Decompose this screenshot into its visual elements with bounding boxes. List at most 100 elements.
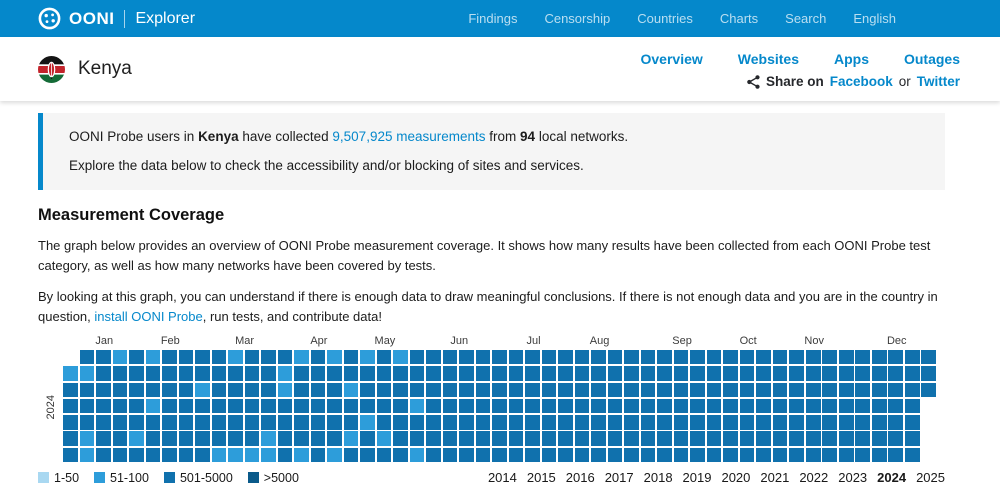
heatmap-cell[interactable] xyxy=(443,431,458,445)
heatmap-cell[interactable] xyxy=(96,399,111,413)
heatmap-cell[interactable] xyxy=(608,415,623,429)
heatmap-cell[interactable] xyxy=(245,448,260,462)
heatmap-cell[interactable] xyxy=(921,350,936,364)
heatmap-cell[interactable] xyxy=(410,448,425,462)
heatmap-cell[interactable] xyxy=(459,399,474,413)
heatmap-cell[interactable] xyxy=(905,366,920,380)
heatmap-cell[interactable] xyxy=(426,383,441,397)
heatmap-cell[interactable] xyxy=(311,366,326,380)
heatmap-cell[interactable] xyxy=(129,431,144,445)
heatmap-cell[interactable] xyxy=(294,350,309,364)
heatmap-cell[interactable] xyxy=(740,448,755,462)
heatmap-cell[interactable] xyxy=(278,415,293,429)
heatmap-cell[interactable] xyxy=(839,383,854,397)
heatmap-cell[interactable] xyxy=(426,415,441,429)
heatmap-cell[interactable] xyxy=(822,448,837,462)
heatmap-cell[interactable] xyxy=(179,448,194,462)
heatmap-cell[interactable] xyxy=(740,399,755,413)
heatmap-cell[interactable] xyxy=(624,366,639,380)
heatmap-cell[interactable] xyxy=(773,399,788,413)
heatmap-cell[interactable] xyxy=(179,366,194,380)
heatmap-cell[interactable] xyxy=(162,431,177,445)
heatmap-cell[interactable] xyxy=(773,350,788,364)
heatmap-cell[interactable] xyxy=(872,448,887,462)
heatmap-cell[interactable] xyxy=(624,415,639,429)
heatmap-cell[interactable] xyxy=(525,383,540,397)
heatmap-cell[interactable] xyxy=(410,399,425,413)
nav-item-charts[interactable]: Charts xyxy=(720,11,758,26)
heatmap-cell[interactable] xyxy=(393,415,408,429)
heatmap-cell[interactable] xyxy=(146,399,161,413)
year-2024[interactable]: 2024 xyxy=(877,470,906,485)
heatmap-cell[interactable] xyxy=(509,383,524,397)
heatmap-cell[interactable] xyxy=(245,415,260,429)
heatmap-cell[interactable] xyxy=(179,415,194,429)
heatmap-cell[interactable] xyxy=(195,350,210,364)
heatmap-cell[interactable] xyxy=(80,383,95,397)
heatmap-cell[interactable] xyxy=(839,399,854,413)
heatmap-cell[interactable] xyxy=(624,399,639,413)
heatmap-cell[interactable] xyxy=(195,448,210,462)
heatmap-cell[interactable] xyxy=(261,448,276,462)
heatmap-cell[interactable] xyxy=(624,350,639,364)
heatmap-cell[interactable] xyxy=(855,366,870,380)
heatmap-cell[interactable] xyxy=(905,415,920,429)
heatmap-cell[interactable] xyxy=(360,383,375,397)
heatmap-cell[interactable] xyxy=(839,415,854,429)
heatmap-cell[interactable] xyxy=(905,383,920,397)
heatmap-cell[interactable] xyxy=(393,399,408,413)
heatmap-cell[interactable] xyxy=(245,431,260,445)
heatmap-cell[interactable] xyxy=(113,448,128,462)
year-2020[interactable]: 2020 xyxy=(721,470,750,485)
heatmap-cell[interactable] xyxy=(360,350,375,364)
heatmap-cell[interactable] xyxy=(195,431,210,445)
heatmap-cell[interactable] xyxy=(657,383,672,397)
heatmap-cell[interactable] xyxy=(80,350,95,364)
heatmap-cell[interactable] xyxy=(80,448,95,462)
heatmap-cell[interactable] xyxy=(344,383,359,397)
heatmap-cell[interactable] xyxy=(344,448,359,462)
heatmap-cell[interactable] xyxy=(228,383,243,397)
heatmap-cell[interactable] xyxy=(591,399,606,413)
heatmap-cell[interactable] xyxy=(261,383,276,397)
heatmap-cell[interactable] xyxy=(591,366,606,380)
heatmap-cell[interactable] xyxy=(509,399,524,413)
heatmap-cell[interactable] xyxy=(492,431,507,445)
heatmap-cell[interactable] xyxy=(707,431,722,445)
heatmap-cell[interactable] xyxy=(146,383,161,397)
heatmap-cell[interactable] xyxy=(179,383,194,397)
heatmap-cell[interactable] xyxy=(162,366,177,380)
heatmap-cell[interactable] xyxy=(839,431,854,445)
heatmap-cell[interactable] xyxy=(360,431,375,445)
heatmap-cell[interactable] xyxy=(822,399,837,413)
nav-item-findings[interactable]: Findings xyxy=(468,11,517,26)
heatmap-cell[interactable] xyxy=(624,448,639,462)
heatmap-cell[interactable] xyxy=(63,366,78,380)
heatmap-cell[interactable] xyxy=(113,399,128,413)
heatmap-cell[interactable] xyxy=(327,383,342,397)
heatmap-cell[interactable] xyxy=(377,415,392,429)
heatmap-cell[interactable] xyxy=(294,431,309,445)
heatmap-cell[interactable] xyxy=(492,415,507,429)
heatmap-cell[interactable] xyxy=(806,350,821,364)
heatmap-cell[interactable] xyxy=(740,415,755,429)
heatmap-cell[interactable] xyxy=(459,415,474,429)
heatmap-cell[interactable] xyxy=(393,448,408,462)
heatmap-cell[interactable] xyxy=(855,448,870,462)
heatmap-cell[interactable] xyxy=(212,350,227,364)
heatmap-cell[interactable] xyxy=(888,350,903,364)
heatmap-cell[interactable] xyxy=(162,415,177,429)
heatmap-cell[interactable] xyxy=(806,366,821,380)
heatmap-cell[interactable] xyxy=(360,448,375,462)
heatmap-cell[interactable] xyxy=(360,415,375,429)
heatmap-cell[interactable] xyxy=(773,415,788,429)
heatmap-cell[interactable] xyxy=(740,350,755,364)
year-2016[interactable]: 2016 xyxy=(566,470,595,485)
heatmap-cell[interactable] xyxy=(674,383,689,397)
heatmap-cell[interactable] xyxy=(261,350,276,364)
nav-item-english[interactable]: English xyxy=(853,11,896,26)
heatmap-cell[interactable] xyxy=(63,431,78,445)
heatmap-cell[interactable] xyxy=(129,399,144,413)
heatmap-cell[interactable] xyxy=(195,383,210,397)
heatmap-cell[interactable] xyxy=(426,448,441,462)
